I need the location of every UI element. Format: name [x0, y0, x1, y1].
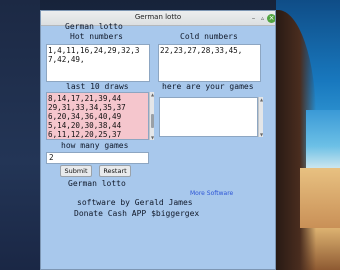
draws-scroll-thumb[interactable]: [151, 114, 154, 128]
wallpaper-sea: [306, 110, 340, 170]
donate-line: Donate Cash APP $biggergex: [74, 209, 200, 218]
app-heading: German lotto: [65, 22, 123, 31]
draw-row: 6,20,34,36,40,49: [48, 112, 122, 121]
app-window: German lotto – ▵ × German lotto Hot numb…: [40, 10, 276, 270]
last-draws-label: last 10 draws: [66, 82, 129, 91]
scroll-up-icon[interactable]: ▲: [259, 97, 264, 102]
cold-numbers-field[interactable]: 22,23,27,28,33,45,: [158, 44, 261, 82]
footer-title: German lotto: [68, 179, 126, 188]
scroll-down-icon[interactable]: ▼: [150, 135, 155, 140]
minimize-icon[interactable]: –: [249, 14, 258, 23]
scroll-up-icon[interactable]: ▲: [150, 92, 155, 97]
window-title: German lotto: [134, 13, 182, 21]
last-draws-list[interactable]: 8,14,17,21,39,44 29,31,33,34,35,37 6,20,…: [46, 92, 149, 140]
credit-line: software by Gerald James: [77, 198, 193, 207]
restart-button[interactable]: Restart: [99, 165, 131, 177]
your-games-label: here are your games: [162, 82, 254, 91]
scroll-down-icon[interactable]: ▼: [259, 132, 264, 137]
games-scrollbar[interactable]: ▲ ▼: [258, 97, 263, 137]
cold-numbers-label: Cold numbers: [180, 32, 238, 41]
more-software-link[interactable]: More Software: [190, 190, 233, 197]
close-icon[interactable]: ×: [267, 14, 275, 23]
wallpaper-beach: [300, 168, 340, 228]
hot-numbers-field[interactable]: 1,4,11,16,24,29,32,37,42,49,: [46, 44, 150, 82]
draw-row: 6,11,12,20,25,37: [48, 130, 122, 139]
how-many-games-label: how many games: [61, 141, 129, 150]
desktop-wallpaper: [276, 0, 340, 270]
maximize-icon[interactable]: ▵: [258, 14, 267, 23]
draws-scrollbar[interactable]: ▲ ▼: [149, 92, 154, 140]
draw-row: 5,14,20,30,38,44: [48, 121, 122, 130]
hot-numbers-label: Hot numbers: [70, 32, 123, 41]
your-games-field[interactable]: [159, 97, 258, 137]
draw-row: 29,31,33,34,35,37: [48, 103, 126, 112]
desktop-background-left: [0, 0, 40, 270]
games-count-input[interactable]: 2: [46, 152, 149, 164]
draw-row: 8,14,17,21,39,44: [48, 94, 122, 103]
submit-button[interactable]: Submit: [60, 165, 92, 177]
